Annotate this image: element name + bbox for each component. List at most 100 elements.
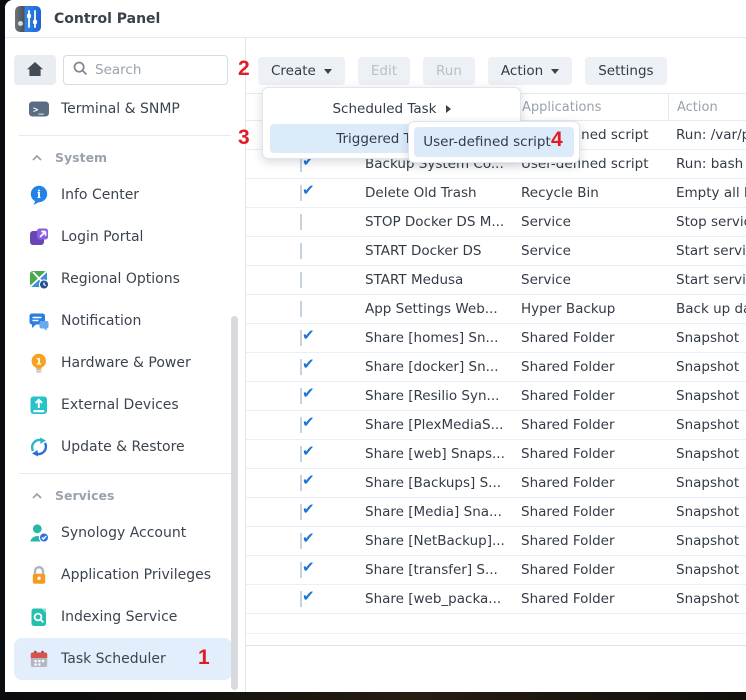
- sidebar-item-update-restore[interactable]: Update & Restore: [5, 426, 245, 468]
- table-row[interactable]: ✔Share [transfer] S...Shared FolderSnaps…: [246, 556, 746, 585]
- edit-button: Edit: [358, 57, 410, 85]
- task-checkbox[interactable]: ✔: [300, 359, 302, 375]
- task-table: ApplicationsAction User-defined scriptRu…: [246, 93, 746, 614]
- task-application-cell: Shared Folder: [514, 359, 668, 375]
- toolbar-button-label: Create: [271, 63, 316, 79]
- checkmark-icon: ✔: [302, 562, 315, 576]
- sidebar-item-notification[interactable]: Notification: [5, 300, 245, 342]
- sidebar-item-label: Task Scheduler: [61, 651, 166, 667]
- table-row[interactable]: ✔Delete Old TrashRecycle BinEmpty all R: [246, 179, 746, 208]
- task-application-cell: Shared Folder: [514, 533, 668, 549]
- checkmark-icon: ✔: [302, 185, 315, 199]
- sidebar-item-regional-options[interactable]: Regional Options: [5, 258, 245, 300]
- submenu-arrow-icon: [446, 105, 451, 113]
- task-application-cell: Hyper Backup: [514, 301, 668, 317]
- task-application-cell: Shared Folder: [514, 475, 668, 491]
- task-action-cell: Stop servic: [668, 214, 746, 230]
- sidebar-item-login-portal[interactable]: Login Portal: [5, 216, 245, 258]
- task-action-cell: Snapshot: [668, 359, 746, 375]
- settings-button[interactable]: Settings: [585, 57, 666, 85]
- table-row[interactable]: ✔Share [web_packa...Shared FolderSnapsho…: [246, 585, 746, 614]
- table-row[interactable]: ✔Share [docker] Sn...Shared FolderSnapsh…: [246, 353, 746, 382]
- home-button[interactable]: [14, 55, 56, 85]
- task-name-cell: Share [NetBackup]...: [365, 533, 514, 549]
- task-application-cell: Shared Folder: [514, 504, 668, 520]
- task-checkbox[interactable]: ✔: [300, 475, 302, 491]
- task-action-cell: Snapshot: [668, 417, 746, 433]
- task-checkbox[interactable]: ✔: [300, 417, 302, 433]
- home-icon: [26, 61, 44, 80]
- toolbar-button-label: Settings: [598, 63, 653, 79]
- task-action-cell: Run: /var/p: [668, 127, 746, 143]
- toolbar-button-label: Run: [436, 63, 462, 79]
- sidebar-section-system: System: [5, 140, 245, 174]
- task-action-cell: Snapshot: [668, 388, 746, 404]
- toolbar: Create Edit Run Action Settings: [258, 57, 667, 85]
- sidebar-item-indexing-service[interactable]: Indexing Service: [5, 596, 245, 638]
- task-application-cell: Shared Folder: [514, 330, 668, 346]
- row-checkbox-cell: [246, 243, 365, 259]
- checkmark-icon: ✔: [302, 359, 315, 373]
- table-row[interactable]: ✔Share [Media] Sna...Shared FolderSnapsh…: [246, 498, 746, 527]
- task-checkbox[interactable]: ✔: [300, 185, 302, 201]
- table-bottom-border: [246, 645, 746, 646]
- annotation-number-4: 4: [551, 128, 563, 152]
- task-checkbox[interactable]: ✔: [300, 504, 302, 520]
- sidebar-item-hardware-power[interactable]: 1Hardware & Power: [5, 342, 245, 384]
- table-row[interactable]: START MedusaServiceStart servic: [246, 266, 746, 295]
- column-header: Applications: [514, 94, 668, 120]
- task-action-cell: Snapshot: [668, 591, 746, 607]
- table-row[interactable]: ✔Share [Resilio Syn...Shared FolderSnaps…: [246, 382, 746, 411]
- task-checkbox[interactable]: [300, 272, 302, 288]
- task-checkbox[interactable]: ✔: [300, 533, 302, 549]
- sidebar: >_Terminal & SNMP System i Info Center Login…: [5, 38, 245, 692]
- row-checkbox-cell: ✔: [246, 330, 365, 346]
- table-row[interactable]: ✔Share [web] Snaps...Shared FolderSnapsh…: [246, 440, 746, 469]
- sidebar-item-label: Regional Options: [61, 271, 180, 287]
- table-row[interactable]: ✔Share [NetBackup]...Shared FolderSnapsh…: [246, 527, 746, 556]
- menu-item-scheduled-task[interactable]: Scheduled Task: [270, 94, 513, 123]
- sidebar-item-external-devices[interactable]: External Devices: [5, 384, 245, 426]
- table-row[interactable]: ✔Share [PlexMediaS...Shared FolderSnapsh…: [246, 411, 746, 440]
- task-application-cell: Service: [514, 214, 668, 230]
- task-checkbox[interactable]: ✔: [300, 388, 302, 404]
- sidebar-item-synology-account[interactable]: Synology Account: [5, 512, 245, 554]
- task-checkbox[interactable]: ✔: [300, 562, 302, 578]
- table-row[interactable]: ✔Share [Backups] S...Shared FolderSnapsh…: [246, 469, 746, 498]
- task-name-cell: START Docker DS: [365, 243, 514, 259]
- sidebar-item-terminal[interactable]: >_Terminal & SNMP: [5, 88, 245, 130]
- task-checkbox[interactable]: [300, 214, 302, 230]
- task-checkbox[interactable]: ✔: [300, 591, 302, 607]
- task-checkbox[interactable]: ✔: [300, 446, 302, 462]
- sidebar-scrollbar-thumb[interactable]: [231, 316, 238, 690]
- task-checkbox[interactable]: [300, 301, 302, 317]
- sidebar-item-application-privileges[interactable]: Application Privileges: [5, 554, 245, 596]
- row-checkbox-cell: ✔: [246, 388, 365, 404]
- svg-text:i: i: [37, 188, 41, 201]
- table-row[interactable]: ✔Share [homes] Sn...Shared FolderSnapsho…: [246, 324, 746, 353]
- action-button[interactable]: Action: [488, 57, 572, 85]
- create-button[interactable]: Create: [258, 57, 345, 85]
- menu-item-user-defined-script[interactable]: User-defined script: [414, 127, 574, 157]
- row-checkbox-cell: [246, 214, 365, 230]
- row-checkbox-cell: ✔: [246, 446, 365, 462]
- sidebar-item-info-center[interactable]: i Info Center: [5, 174, 245, 216]
- annotation-number-2: 2: [238, 57, 250, 81]
- notification-icon: [28, 310, 50, 332]
- task-action-cell: Snapshot: [668, 504, 746, 520]
- search-input[interactable]: [95, 62, 210, 78]
- row-checkbox-cell: ✔: [246, 475, 365, 491]
- task-name-cell: START Medusa: [365, 272, 514, 288]
- task-checkbox[interactable]: [300, 243, 302, 259]
- table-row[interactable]: START Docker DSServiceStart servic: [246, 237, 746, 266]
- info-center-icon: i: [28, 184, 50, 206]
- table-row[interactable]: App Settings Web...Hyper BackupBack up d…: [246, 295, 746, 324]
- checkmark-icon: ✔: [302, 330, 315, 344]
- checkmark-icon: ✔: [302, 446, 315, 460]
- checkmark-icon: ✔: [302, 504, 315, 518]
- task-action-cell: Snapshot: [668, 475, 746, 491]
- sidebar-item-label: Hardware & Power: [61, 355, 191, 371]
- sidebar-item-label: Info Center: [61, 187, 139, 203]
- table-row[interactable]: STOP Docker DS M...ServiceStop servic: [246, 208, 746, 237]
- task-checkbox[interactable]: ✔: [300, 330, 302, 346]
